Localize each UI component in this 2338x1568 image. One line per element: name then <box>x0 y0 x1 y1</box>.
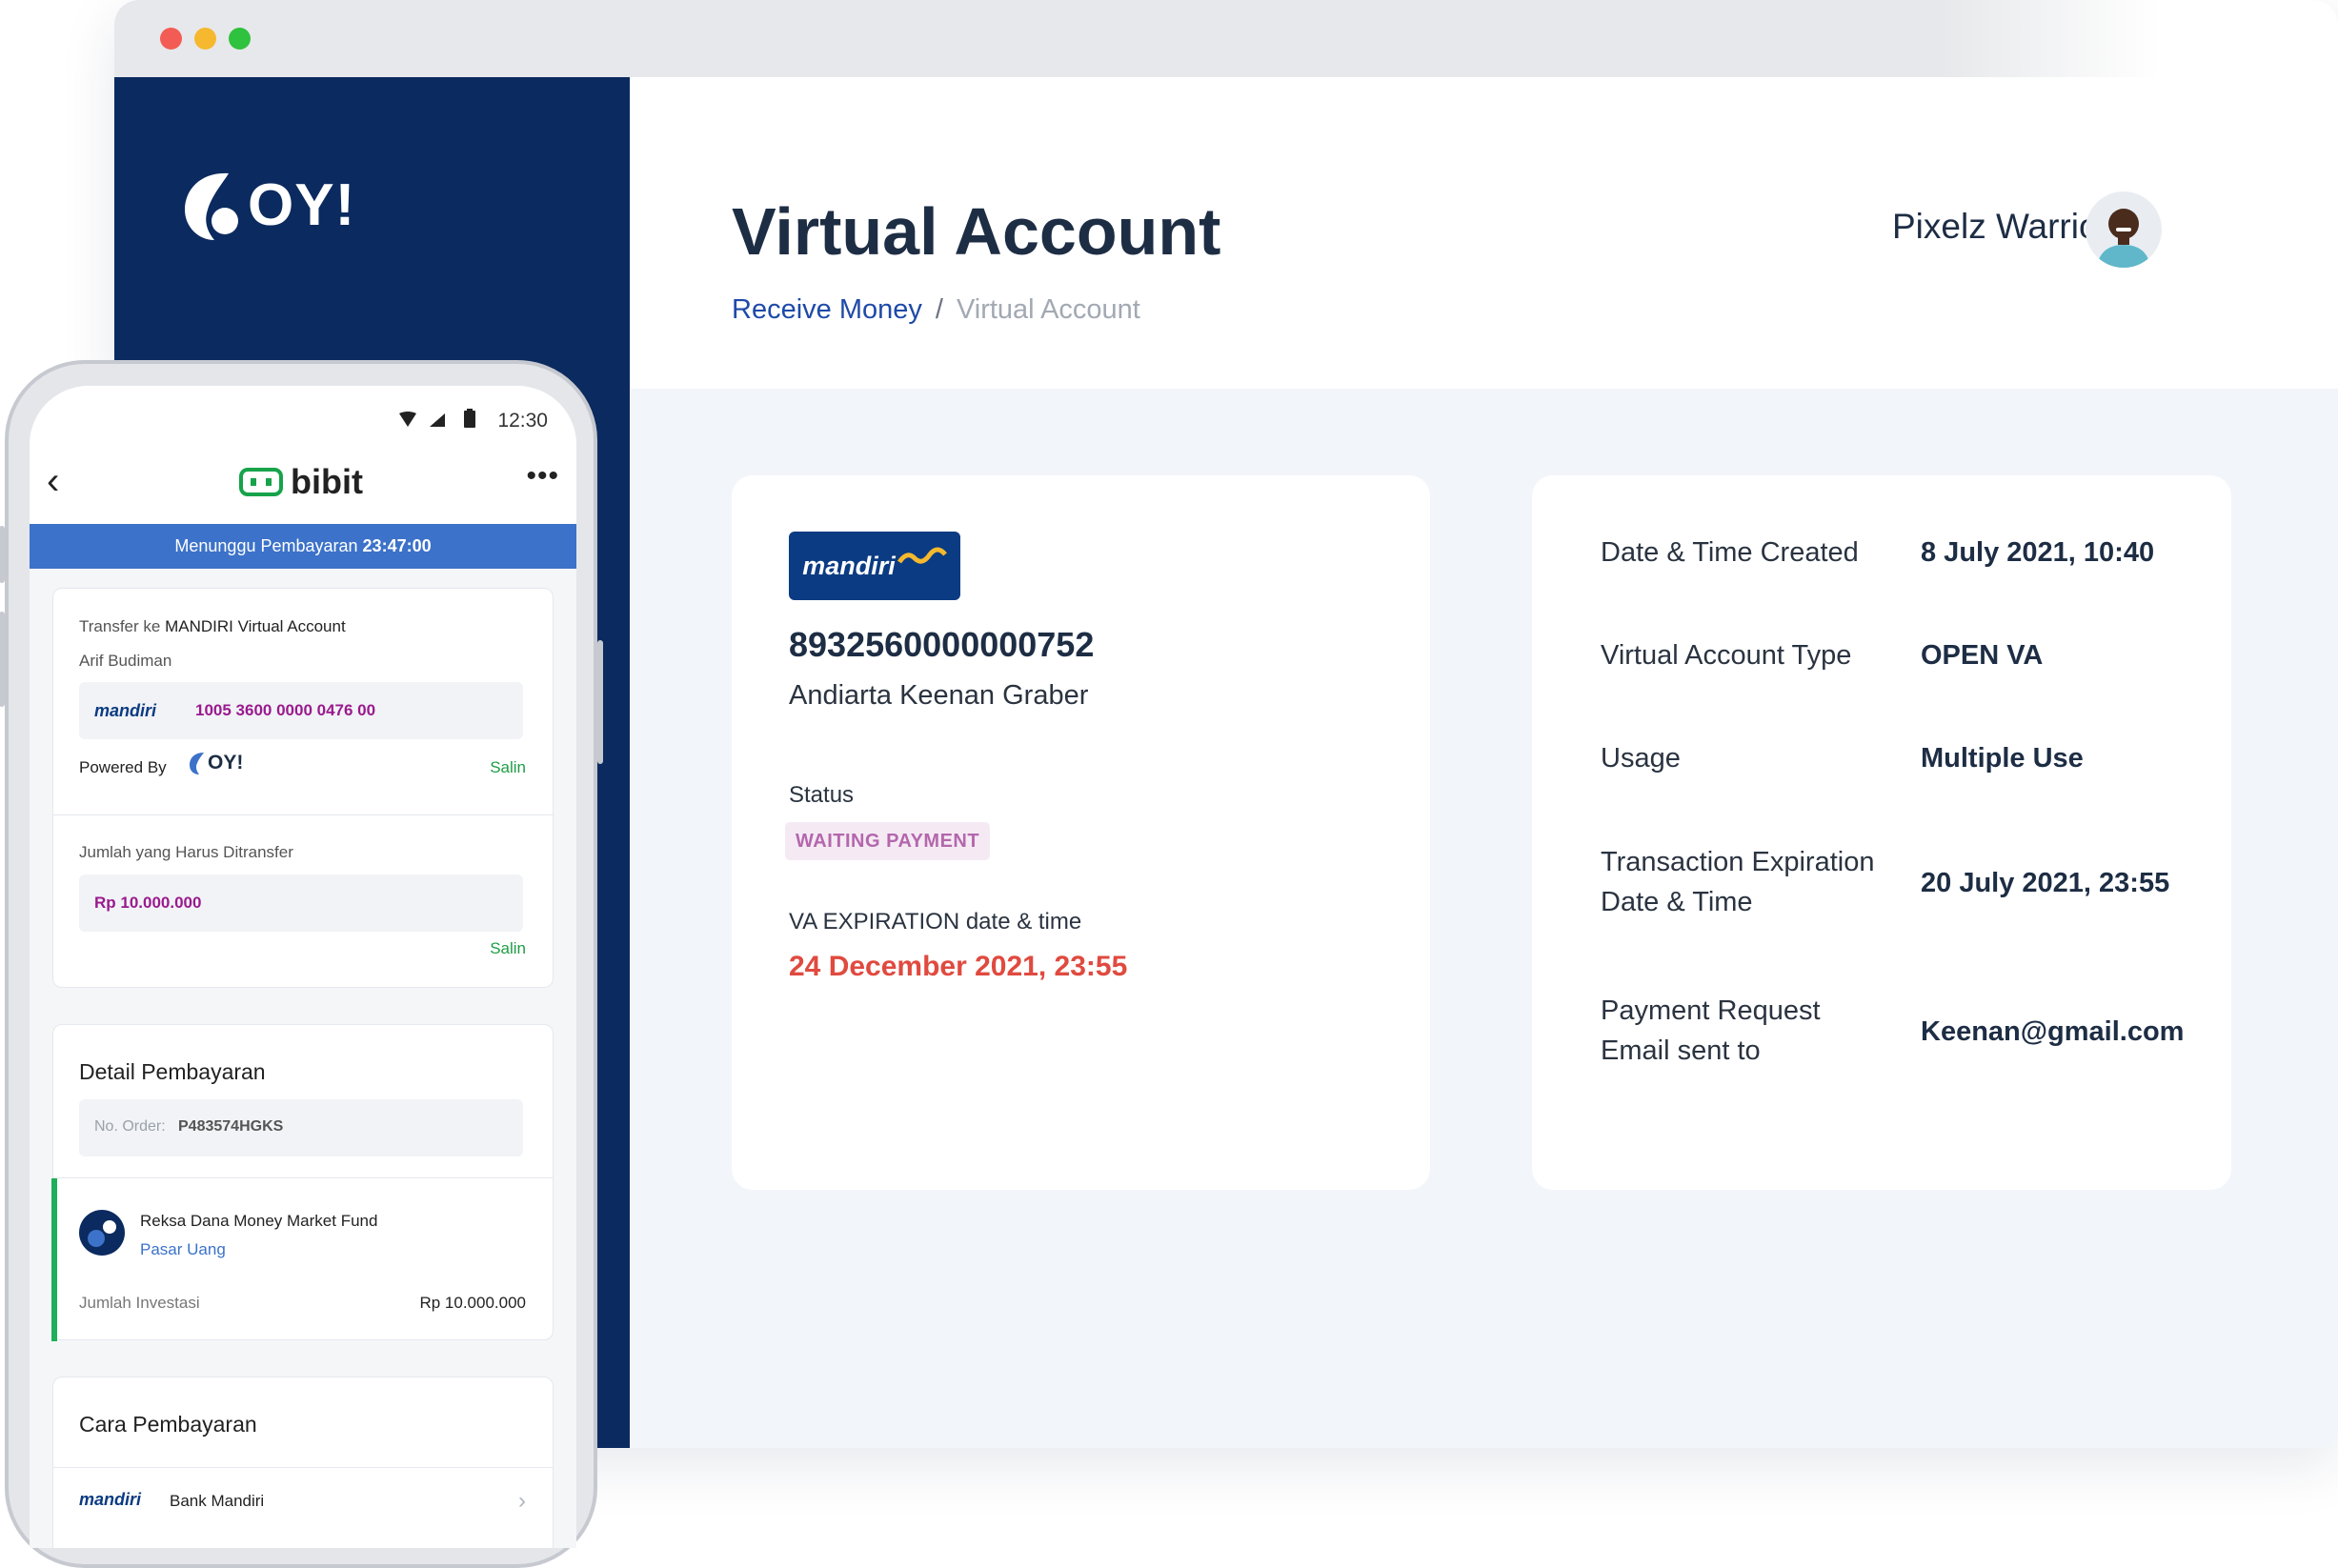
order-number-box: No. Order: P483574HGKS <box>79 1099 523 1156</box>
phone-side-button <box>0 526 5 583</box>
oy-mini-logo: OY! <box>189 751 243 775</box>
detail-value-email-sent: Keenan@gmail.com <box>1921 1016 2185 1047</box>
transfer-label: Transfer ke MANDIRI Virtual Account <box>79 617 346 636</box>
phone-screen: 12:30 ‹ bibit ••• Menunggu Pembayaran 23… <box>30 386 576 1548</box>
transfer-card: Transfer ke MANDIRI Virtual Account Arif… <box>52 588 554 988</box>
detail-value-va-type: OPEN VA <box>1921 640 2044 671</box>
oy-logo[interactable]: OY! <box>183 168 355 242</box>
page-header: Virtual Account Receive Money / Virtual Ac… <box>630 77 2338 389</box>
phone-power-button <box>597 640 603 764</box>
phone-mockup: 12:30 ‹ bibit ••• Menunggu Pembayaran 23… <box>0 360 603 1568</box>
phone-app-bar: ‹ bibit ••• <box>30 443 576 524</box>
mandiri-logo: mandiri <box>789 532 960 600</box>
transfer-label-bank: MANDIRI Virtual Account <box>165 617 346 635</box>
details-card: Date & Time Created 8 July 2021, 10:40 V… <box>1532 475 2231 1190</box>
breadcrumb-receive-money-link[interactable]: Receive Money <box>732 294 922 325</box>
expiration-value: 24 December 2021, 23:55 <box>789 951 1128 982</box>
user-name[interactable]: Pixelz Warrios <box>1892 207 2116 247</box>
avatar[interactable] <box>2086 191 2162 268</box>
detail-label-transaction-expiration: Transaction Expiration Date & Time <box>1601 847 1875 917</box>
amount-label: Jumlah yang Harus Ditransfer <box>79 843 293 861</box>
oy-leaf-icon <box>185 172 238 240</box>
mandiri-wave-icon <box>897 547 947 564</box>
mandiri-option-logo: mandiri <box>79 1490 142 1509</box>
amount-value: Rp 10.000.000 <box>94 894 202 912</box>
powered-by-label: Powered By <box>79 758 167 776</box>
amount-box: Rp 10.000.000 <box>79 874 523 932</box>
banner-text: Menunggu Pembayaran <box>174 536 358 555</box>
phone-side-button <box>0 612 5 707</box>
investment-value: Rp 10.000.000 <box>419 1294 526 1312</box>
detail-value-transaction-expiration: 20 July 2021, 23:55 <box>1921 868 2170 898</box>
fund-type: Pasar Uang <box>140 1240 226 1258</box>
order-value: P483574HGKS <box>178 1118 284 1135</box>
oy-logo-text: OY! <box>248 171 356 238</box>
signal-icon <box>430 413 445 427</box>
card-divider <box>53 814 553 815</box>
bibit-logo-text: bibit <box>291 462 363 501</box>
window-titlebar <box>114 0 2338 77</box>
bibit-logo: bibit <box>239 462 363 502</box>
va-number: 8932560000000752 <box>789 625 1095 664</box>
breadcrumb-separator: / <box>935 294 943 325</box>
status-label: Status <box>789 782 855 808</box>
payment-method-card: Cara Pembayaran mandiri Bank Mandiri › <box>52 1377 554 1548</box>
back-arrow-icon[interactable]: ‹ <box>47 462 59 500</box>
detail-title: Detail Pembayaran <box>79 1059 266 1084</box>
status-badge: WAITING PAYMENT <box>785 822 991 860</box>
detail-label-va-type: Virtual Account Type <box>1601 640 1852 671</box>
phone-clock: 12:30 <box>497 410 548 432</box>
transfer-label-prefix: Transfer ke <box>79 617 161 635</box>
fund-accent-bar <box>51 1178 57 1341</box>
detail-label-date-created: Date & Time Created <box>1601 537 1859 568</box>
minimize-window-button[interactable] <box>194 28 216 50</box>
more-options-icon[interactable]: ••• <box>526 460 559 493</box>
detail-label-usage: Usage <box>1601 743 1681 774</box>
banner-countdown: 23:47:00 <box>362 536 432 555</box>
payment-detail-card: Detail Pembayaran No. Order: P483574HGKS… <box>51 1024 554 1341</box>
breadcrumb-current: Virtual Account <box>956 294 1140 325</box>
order-label: No. Order: <box>94 1118 166 1135</box>
bibit-logo-icon <box>239 468 283 496</box>
detail-label-email-sent: Payment Request Email sent to <box>1601 995 1821 1066</box>
detail-value-date-created: 8 July 2021, 10:40 <box>1921 537 2155 568</box>
phone-status-bar: 12:30 <box>30 386 576 443</box>
payment-method-title: Cara Pembayaran <box>79 1412 257 1437</box>
page-title: Virtual Account <box>732 194 1221 269</box>
wifi-icon <box>399 412 416 427</box>
account-name: Andiarta Keenan Graber <box>789 680 1089 711</box>
maximize-window-button[interactable] <box>229 28 251 50</box>
expiration-label: VA EXPIRATION date & time <box>789 909 1082 935</box>
detail-value-usage: Multiple Use <box>1921 743 2084 774</box>
breadcrumb: Receive Money / Virtual Account <box>732 294 1140 326</box>
chevron-right-icon: › <box>518 1488 526 1514</box>
mandiri-logo-text: mandiri <box>802 551 896 580</box>
phone-va-number: 1005 3600 0000 0476 00 <box>195 701 376 719</box>
fund-name: Reksa Dana Money Market Fund <box>140 1212 378 1230</box>
investment-label: Jumlah Investasi <box>79 1294 200 1312</box>
close-window-button[interactable] <box>160 28 182 50</box>
card-divider <box>53 1467 553 1468</box>
va-number-box: mandiri 1005 3600 0000 0476 00 <box>79 682 523 739</box>
battery-icon <box>464 409 475 428</box>
fund-icon <box>79 1210 125 1256</box>
account-holder: Arif Budiman <box>79 652 172 670</box>
oy-mini-logo-text: OY! <box>208 752 244 774</box>
copy-va-button[interactable]: Salin <box>490 758 526 777</box>
payment-countdown-banner: Menunggu Pembayaran 23:47:00 <box>30 524 576 569</box>
copy-amount-button[interactable]: Salin <box>490 939 526 958</box>
bank-mandiri-label: Bank Mandiri <box>170 1492 265 1510</box>
card-divider <box>53 1177 553 1178</box>
oy-mini-leaf-icon <box>190 753 204 774</box>
mandiri-mini-logo: mandiri <box>94 701 157 720</box>
virtual-account-card: mandiri 8932560000000752 Andiarta Keenan… <box>732 475 1430 1190</box>
